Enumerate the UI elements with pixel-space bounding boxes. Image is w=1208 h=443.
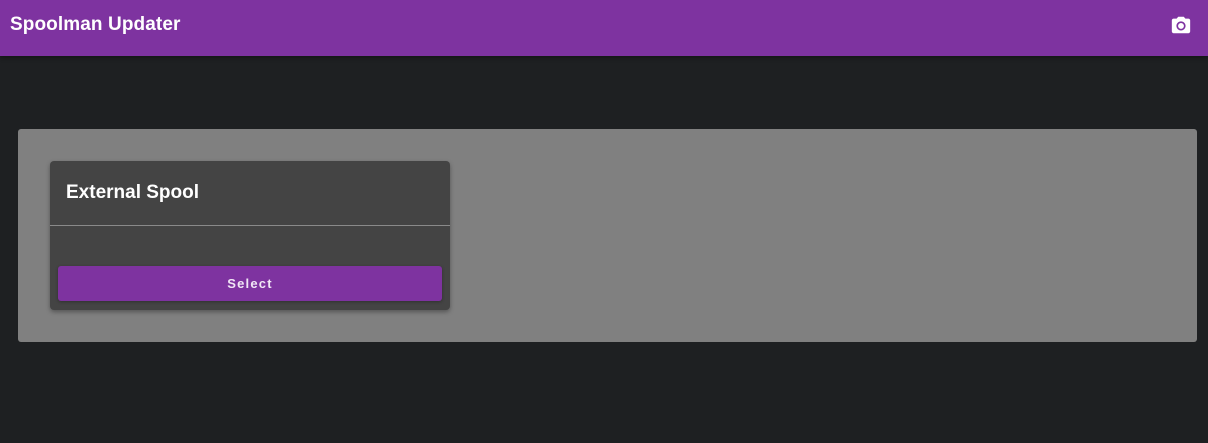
spool-list-panel: External Spool Select (18, 129, 1197, 342)
app-bar: Spoolman Updater (0, 0, 1208, 56)
camera-button[interactable] (1166, 10, 1196, 40)
camera-icon (1171, 16, 1191, 34)
card-divider (50, 225, 450, 226)
spool-card-title: External Spool (66, 182, 200, 203)
spool-card: External Spool Select (50, 161, 450, 310)
select-button[interactable]: Select (58, 266, 442, 301)
app-title: Spoolman Updater (10, 14, 181, 35)
